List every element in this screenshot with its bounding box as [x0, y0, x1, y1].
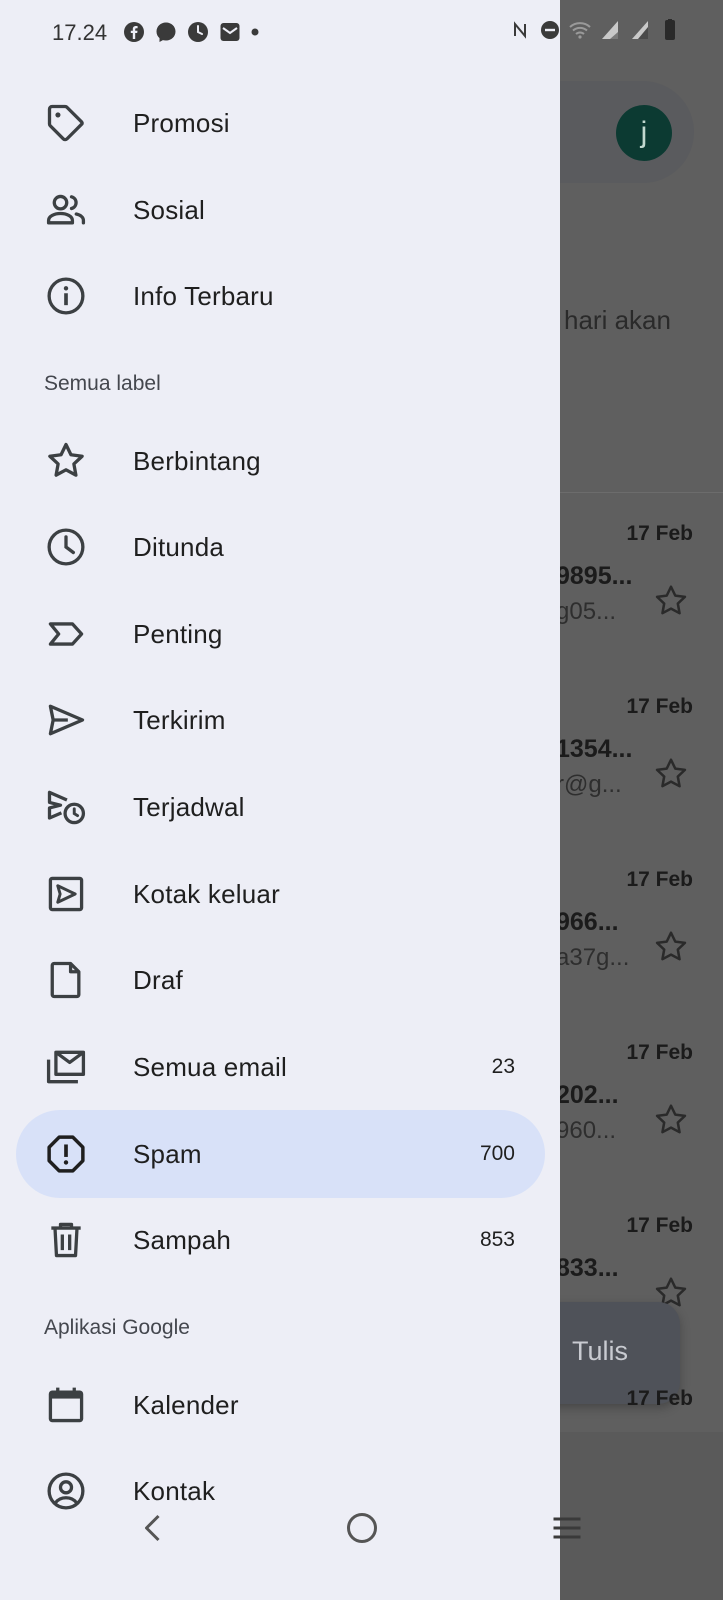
battery-icon	[665, 19, 675, 40]
email-snippet: g05...	[556, 598, 617, 625]
drawer-item-label: Ditunda	[133, 532, 225, 562]
drawer-item-label: Spam	[133, 1139, 202, 1169]
drawer-item-draf[interactable]: Draf	[16, 936, 545, 1024]
draft-icon	[44, 958, 88, 1002]
drawer-item-label: Promosi	[133, 108, 230, 138]
system-navigation-bar	[0, 1500, 723, 1600]
navigation-drawer: Promosi Sosial Info Terbaru Semua label …	[0, 0, 560, 1600]
email-date: 17 Feb	[626, 1041, 693, 1064]
drawer-item-info-terbaru[interactable]: Info Terbaru	[16, 252, 545, 340]
trash-icon	[44, 1218, 88, 1262]
section-heading-semua-label: Semua label	[44, 372, 161, 395]
status-time: 17.24	[52, 20, 108, 45]
drawer-item-terkirim[interactable]: Terkirim	[16, 676, 545, 764]
dnd-icon	[541, 21, 559, 39]
important-icon	[44, 612, 88, 656]
status-bar: 17.24	[0, 0, 723, 66]
unread-count: 700	[479, 1142, 515, 1165]
unread-count: 23	[491, 1055, 515, 1078]
star-icon	[655, 931, 687, 961]
outbox-icon	[44, 872, 88, 916]
drawer-item-label: Kotak keluar	[133, 879, 280, 909]
drawer-item-label: Semua email	[133, 1052, 287, 1082]
drawer-item-ditunda[interactable]: Ditunda	[16, 503, 545, 591]
drawer-item-label: Sampah	[133, 1225, 232, 1255]
drawer-item-label: Sosial	[133, 195, 206, 225]
email-sender: 9895...	[556, 562, 633, 590]
recents-icon[interactable]	[549, 1510, 585, 1546]
signal-icon	[632, 21, 648, 39]
wifi-icon	[569, 22, 591, 39]
all-mail-icon	[44, 1045, 88, 1089]
drawer-item-label: Terkirim	[133, 705, 226, 735]
drawer-item-sosial[interactable]: Sosial	[16, 166, 545, 254]
back-icon[interactable]	[136, 1510, 172, 1546]
account-avatar: j	[616, 105, 672, 161]
mail-icon	[220, 23, 240, 41]
star-icon	[44, 439, 88, 483]
scheduled-send-icon	[44, 785, 88, 829]
clock-icon	[44, 525, 88, 569]
signal-icon	[602, 21, 618, 39]
drawer-item-label: Penting	[133, 619, 223, 649]
email-snippet: a37g...	[556, 944, 630, 971]
banner-text: hari akan	[564, 305, 671, 335]
email-date: 17 Feb	[626, 868, 693, 891]
email-sender: 202...	[556, 1081, 619, 1109]
clock-app-icon	[188, 22, 208, 42]
unread-count: 853	[479, 1228, 515, 1251]
calendar-icon	[44, 1383, 88, 1427]
drawer-item-label: Terjadwal	[133, 792, 245, 822]
info-icon	[44, 274, 88, 318]
drawer-item-label: Berbintang	[133, 446, 261, 476]
drawer-item-penting[interactable]: Penting	[16, 590, 545, 678]
email-snippet: 960...	[556, 1117, 617, 1144]
star-icon	[655, 1104, 687, 1134]
system-icons	[508, 18, 682, 42]
drawer-item-promosi[interactable]: Promosi	[16, 79, 545, 167]
drawer-item-label: Kalender	[133, 1390, 239, 1420]
compose-label: Tulis	[572, 1336, 629, 1366]
drawer-item-berbintang[interactable]: Berbintang	[16, 417, 545, 505]
messenger-icon	[156, 22, 176, 42]
email-date: 17 Feb	[626, 522, 693, 545]
people-icon	[44, 188, 88, 232]
nfc-icon	[514, 21, 526, 39]
home-icon[interactable]	[344, 1510, 380, 1546]
drawer-item-terjadwal[interactable]: Terjadwal	[16, 763, 545, 851]
email-date: 17 Feb	[626, 1214, 693, 1237]
notification-icons	[122, 20, 260, 44]
drawer-item-kalender[interactable]: Kalender	[16, 1361, 545, 1449]
drawer-item-sampah[interactable]: Sampah 853	[16, 1196, 545, 1284]
email-sender: 1354...	[556, 735, 633, 763]
email-date: 17 Feb	[626, 1387, 693, 1410]
drawer-item-label: Draf	[133, 965, 183, 995]
facebook-icon	[124, 22, 144, 42]
email-sender: 966...	[556, 908, 619, 936]
drawer-item-label: Info Terbaru	[133, 281, 274, 311]
drawer-item-kotak-keluar[interactable]: Kotak keluar	[16, 850, 545, 938]
dot-icon	[251, 28, 259, 36]
drawer-item-semua-email[interactable]: Semua email 23	[16, 1023, 545, 1111]
email-date: 17 Feb	[626, 695, 693, 718]
email-sender: 833...	[556, 1254, 619, 1282]
star-icon	[655, 585, 687, 615]
tag-icon	[44, 101, 88, 145]
spam-icon	[44, 1132, 88, 1176]
drawer-item-spam[interactable]: Spam 700	[16, 1110, 545, 1198]
send-icon	[44, 698, 88, 742]
star-icon	[655, 758, 687, 788]
email-snippet: r@g...	[556, 771, 622, 798]
section-heading-aplikasi-google: Aplikasi Google	[44, 1316, 190, 1339]
